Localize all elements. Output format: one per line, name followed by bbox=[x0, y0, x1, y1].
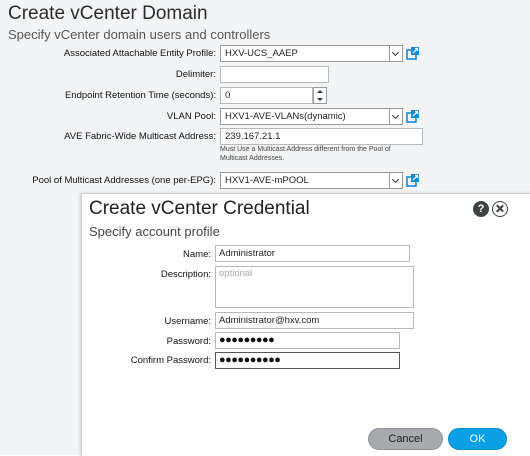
external-link-icon[interactable] bbox=[406, 109, 420, 123]
multicast-address-label: AVE Fabric-Wide Multicast Address: bbox=[64, 131, 216, 142]
dialog-subtitle: Specify account profile bbox=[89, 224, 220, 239]
description-label: Description: bbox=[160, 269, 211, 280]
multicast-pool-label: Pool of Multicast Addresses (one per-EPG… bbox=[32, 175, 216, 186]
create-vcenter-credential-dialog: Create vCenter Credential Specify accoun… bbox=[81, 193, 530, 456]
name-input[interactable]: Administrator bbox=[215, 245, 410, 262]
password-mask: ●●●●●●●●● bbox=[219, 334, 275, 346]
description-textarea[interactable]: optional bbox=[215, 266, 414, 308]
password-label: Password: bbox=[166, 336, 211, 347]
vlan-pool-dropdown-button[interactable] bbox=[389, 108, 403, 125]
multicast-pool-select[interactable]: HXV1-AVE-mPOOL bbox=[220, 172, 391, 189]
dialog-title: Create vCenter Credential bbox=[89, 198, 310, 219]
page-title: Create vCenter Domain bbox=[8, 3, 208, 24]
help-icon[interactable]: ? bbox=[473, 201, 489, 217]
vlan-pool-select[interactable]: HXV1-AVE-VLANs(dynamic) bbox=[220, 108, 391, 125]
retention-stepper[interactable] bbox=[313, 87, 327, 104]
name-label: Name: bbox=[183, 249, 211, 260]
aep-select[interactable]: HXV-UCS_AAEP bbox=[220, 45, 391, 62]
aep-label: Associated Attachable Entity Profile: bbox=[63, 48, 216, 59]
username-input[interactable]: Administrator@hxv.com bbox=[215, 312, 414, 329]
confirm-password-input[interactable]: ●●●●●●●●●● bbox=[215, 352, 400, 369]
multicast-address-input[interactable]: 239.167.21.1 bbox=[220, 128, 423, 145]
aep-dropdown-button[interactable] bbox=[389, 45, 403, 62]
stepper-up-icon[interactable] bbox=[314, 88, 326, 95]
external-link-icon[interactable] bbox=[406, 173, 420, 187]
retention-label: Endpoint Retention Time (seconds): bbox=[64, 90, 216, 101]
password-input[interactable]: ●●●●●●●●● bbox=[215, 332, 400, 349]
delimiter-label: Delimiter: bbox=[175, 69, 216, 80]
ok-button[interactable]: OK bbox=[448, 428, 507, 450]
external-link-icon[interactable] bbox=[406, 46, 420, 60]
delimiter-input[interactable] bbox=[220, 66, 329, 83]
username-label: Username: bbox=[164, 316, 211, 327]
multicast-pool-dropdown-button[interactable] bbox=[389, 172, 403, 189]
vlan-pool-label: VLAN Pool: bbox=[166, 111, 216, 122]
page-subtitle: Specify vCenter domain users and control… bbox=[8, 27, 271, 42]
confirm-password-label: Confirm Password: bbox=[130, 355, 211, 366]
close-icon[interactable] bbox=[492, 201, 508, 217]
cancel-button[interactable]: Cancel bbox=[368, 428, 443, 450]
confirm-password-mask: ●●●●●●●●●● bbox=[219, 354, 281, 366]
multicast-note: Must Use a Multicast Address different f… bbox=[220, 146, 391, 162]
description-placeholder: optional bbox=[219, 268, 253, 279]
stepper-down-icon[interactable] bbox=[314, 96, 326, 103]
retention-input[interactable]: 0 bbox=[220, 87, 313, 104]
